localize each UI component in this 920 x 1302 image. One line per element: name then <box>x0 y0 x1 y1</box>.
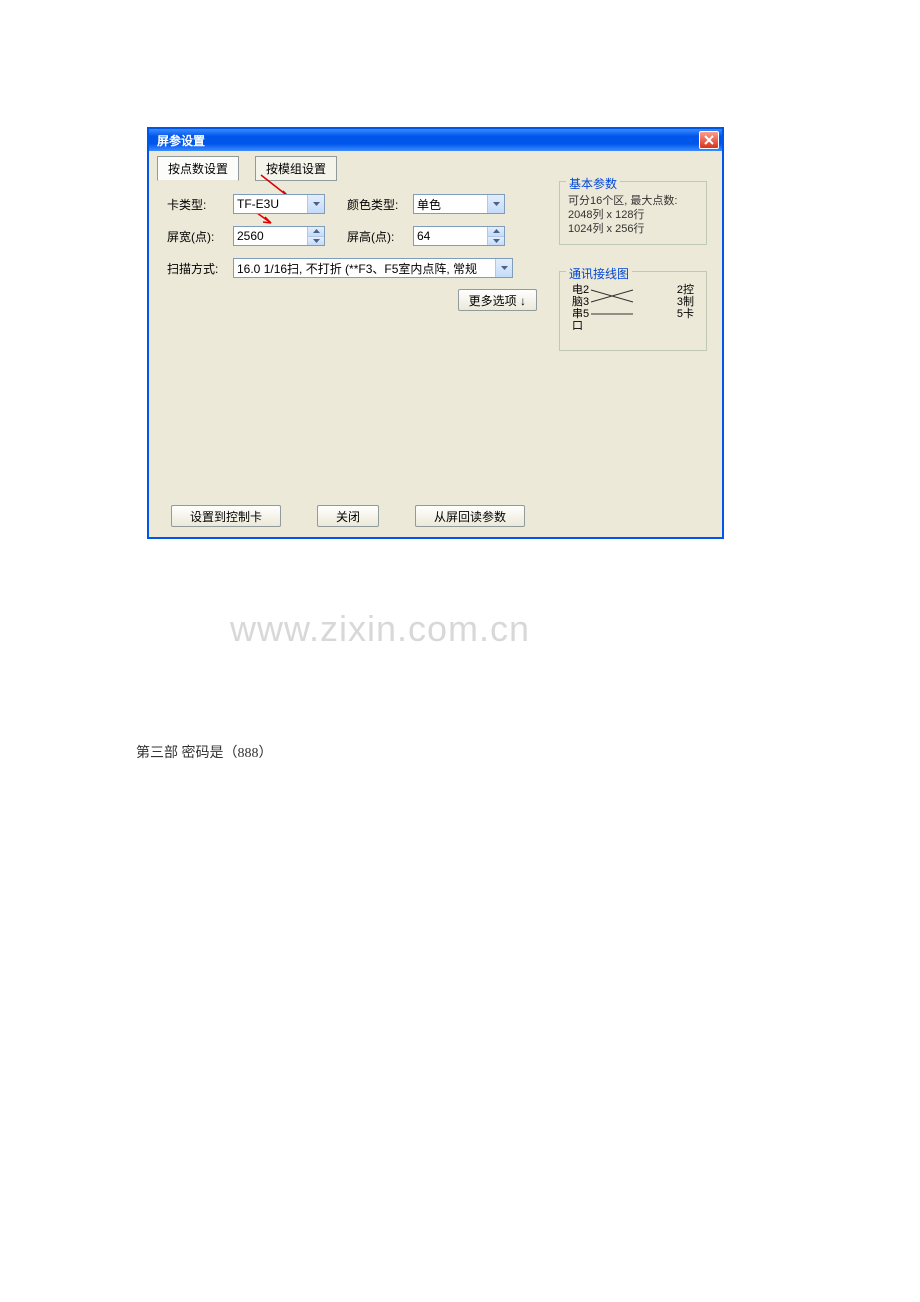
label-color-type: 颜色类型: <box>347 196 413 213</box>
set-to-card-button[interactable]: 设置到控制卡 <box>171 505 281 527</box>
more-options-button[interactable]: 更多选项 ↓ <box>458 289 537 311</box>
basic-params-title: 基本参数 <box>566 175 620 192</box>
close-icon[interactable] <box>699 131 719 149</box>
chevron-up-icon[interactable] <box>307 227 324 236</box>
label-card-type: 卡类型: <box>167 196 233 213</box>
tab-by-points[interactable]: 按点数设置 <box>157 156 239 181</box>
combo-color-type[interactable]: 单色 <box>413 194 505 214</box>
basic-params-line1: 可分16个区, 最大点数: <box>568 194 698 208</box>
basic-params-group: 基本参数 可分16个区, 最大点数: 2048列 x 128行 1024列 x … <box>559 181 707 245</box>
label-screen-height: 屏高(点): <box>347 228 413 245</box>
client-area: 按点数设置 按模组设置 卡类型: TF-E3U <box>149 151 722 537</box>
chevron-down-icon[interactable] <box>495 259 512 277</box>
spinner-screen-width-value: 2560 <box>237 229 264 243</box>
tab-strip: 按点数设置 按模组设置 <box>157 156 337 181</box>
chevron-down-icon[interactable] <box>307 236 324 246</box>
spinner-screen-height-value: 64 <box>417 229 430 243</box>
chevron-down-icon[interactable] <box>487 195 504 213</box>
chevron-up-icon[interactable] <box>487 227 504 236</box>
chevron-down-icon[interactable] <box>307 195 324 213</box>
read-params-button[interactable]: 从屏回读参数 <box>415 505 525 527</box>
spinner-screen-width[interactable]: 2560 <box>233 226 325 246</box>
label-screen-width: 屏宽(点): <box>167 228 233 245</box>
settings-window: 屏参设置 按点数设置 按模组设置 卡类型: TF-E3U <box>148 128 723 538</box>
combo-card-type-value: TF-E3U <box>237 197 279 211</box>
spinner-screen-height[interactable]: 64 <box>413 226 505 246</box>
combo-scan-mode-value: 16.0 1/16扫, 不打折 (**F3、F5室内点阵, 常规 <box>237 260 477 277</box>
wiring-right-label: 控制卡 <box>683 284 694 332</box>
basic-params-line2: 2048列 x 128行 <box>568 208 698 222</box>
tab-by-module[interactable]: 按模组设置 <box>255 156 337 181</box>
wiring-title: 通讯接线图 <box>566 265 632 282</box>
window-title: 屏参设置 <box>157 132 205 149</box>
combo-color-type-value: 单色 <box>417 196 441 213</box>
wiring-lines-icon <box>589 284 677 324</box>
wiring-left-label: 电脑串口 <box>572 284 583 332</box>
combo-card-type[interactable]: TF-E3U <box>233 194 325 214</box>
label-scan-mode: 扫描方式: <box>167 260 233 277</box>
watermark-text: www.zixin.com.cn <box>230 608 530 650</box>
basic-params-line3: 1024列 x 256行 <box>568 222 698 236</box>
titlebar[interactable]: 屏参设置 <box>149 129 722 151</box>
wiring-diagram-group: 通讯接线图 电脑串口 2 3 5 2 3 5 <box>559 271 707 351</box>
chevron-down-icon[interactable] <box>487 236 504 246</box>
close-button[interactable]: 关闭 <box>317 505 379 527</box>
page-caption: 第三部 密码是（888） <box>136 742 273 762</box>
bottom-button-row: 设置到控制卡 关闭 从屏回读参数 <box>171 505 525 527</box>
combo-scan-mode[interactable]: 16.0 1/16扫, 不打折 (**F3、F5室内点阵, 常规 <box>233 258 513 278</box>
form-area: 卡类型: TF-E3U 颜色类型: 单色 屏宽(点): <box>167 193 537 311</box>
